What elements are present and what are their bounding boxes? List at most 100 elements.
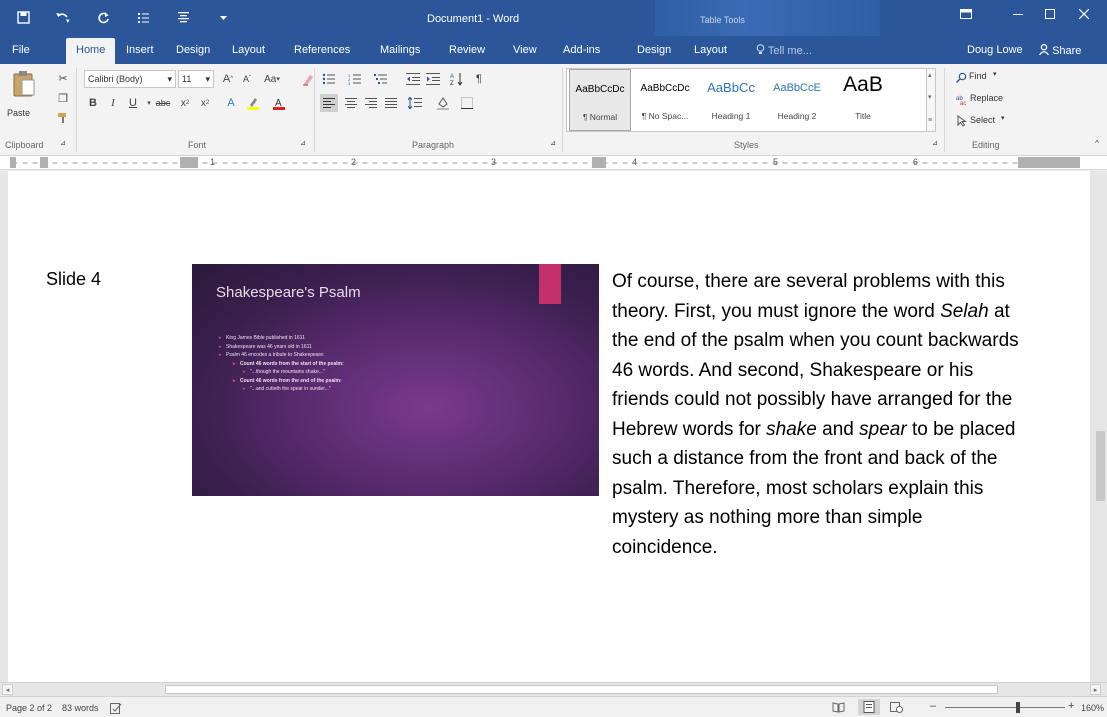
collapse-ribbon-icon[interactable]: ^ — [1092, 138, 1102, 148]
font-size-dropdown[interactable]: 11 ▾ — [178, 70, 214, 88]
paragraph-launcher-icon[interactable]: ⊿ — [548, 138, 558, 148]
styles-gallery-scroll[interactable]: ▴ ▾ ≡ — [926, 68, 936, 132]
save-icon[interactable] — [14, 8, 32, 26]
justify-icon[interactable] — [382, 94, 400, 112]
style-normal[interactable]: AaBbCcDc ¶ Normal — [569, 69, 631, 131]
vertical-scroll-thumb[interactable] — [1096, 431, 1105, 501]
tab-file[interactable]: File — [12, 44, 30, 56]
subscript-icon[interactable]: x2 — [176, 94, 194, 112]
style-heading-1[interactable]: AaBbCc Heading 1 — [699, 69, 763, 131]
slide-bullet: "...and cutteth the spear in sunder..." — [243, 385, 344, 394]
scroll-left-icon[interactable]: ◂ — [2, 684, 13, 695]
decrease-indent-icon[interactable] — [404, 70, 422, 88]
document-page[interactable]: Slide 4 Shakespeare's Psalm King James B… — [8, 171, 1090, 682]
touch-mode-icon[interactable] — [134, 8, 152, 26]
select-button[interactable]: Select ▾ — [956, 112, 1026, 130]
bold-icon[interactable]: B — [84, 94, 102, 112]
shading-icon[interactable] — [434, 94, 452, 112]
page-count[interactable]: Page 2 of 2 — [6, 703, 52, 713]
chevron-down-icon[interactable]: ▾ — [928, 93, 932, 101]
font-color-icon[interactable]: A — [270, 94, 288, 112]
proofing-icon[interactable] — [110, 703, 122, 716]
body-paragraph[interactable]: Of course, there are several problems wi… — [612, 267, 1032, 562]
font-name-dropdown[interactable]: Calibri (Body) ▾ — [84, 70, 176, 88]
tab-add-ins[interactable]: Add-ins — [563, 44, 600, 56]
user-name[interactable]: Doug Lowe — [967, 44, 1023, 56]
tab-selector[interactable] — [10, 157, 16, 168]
redo-icon[interactable] — [94, 8, 112, 26]
zoom-out-button[interactable]: – — [930, 700, 936, 712]
share-button[interactable]: Share — [1039, 44, 1081, 57]
zoom-in-button[interactable]: + — [1068, 700, 1074, 712]
tab-design[interactable]: Design — [176, 44, 210, 56]
cut-icon[interactable]: ✂ — [54, 69, 72, 87]
horizontal-scroll-thumb[interactable] — [165, 685, 998, 694]
show-formatting-marks-icon[interactable]: ¶ — [470, 70, 488, 88]
align-center-icon[interactable] — [342, 94, 360, 112]
ribbon-display-options-icon[interactable] — [948, 0, 984, 28]
minimize-icon[interactable] — [1000, 0, 1036, 28]
chevron-up-icon[interactable]: ▴ — [928, 71, 932, 79]
align-left-icon[interactable] — [320, 94, 338, 112]
vertical-scrollbar[interactable] — [1094, 171, 1107, 682]
tab-table-design[interactable]: Design — [637, 44, 671, 56]
format-icon[interactable] — [174, 8, 192, 26]
strikethrough-icon[interactable]: abc — [154, 94, 172, 112]
multilevel-list-icon[interactable] — [372, 70, 390, 88]
horizontal-scrollbar[interactable]: ◂ ▸ — [0, 682, 1107, 696]
tab-home[interactable]: Home — [66, 38, 116, 64]
tab-table-layout[interactable]: Layout — [694, 44, 727, 56]
clipboard-launcher-icon[interactable]: ⊿ — [58, 138, 68, 148]
tab-view[interactable]: View — [513, 44, 537, 56]
line-spacing-icon[interactable] — [406, 94, 424, 112]
styles-launcher-icon[interactable]: ⊿ — [930, 138, 940, 148]
zoom-level[interactable]: 160% — [1081, 703, 1104, 713]
format-painter-icon[interactable] — [54, 109, 72, 127]
tab-mailings[interactable]: Mailings — [380, 44, 420, 56]
tell-me-search[interactable]: Tell me... — [756, 44, 812, 57]
find-button[interactable]: Find ▾ — [956, 68, 1026, 86]
italic-icon[interactable]: I — [104, 94, 122, 112]
tab-layout[interactable]: Layout — [232, 44, 265, 56]
change-case-button[interactable]: Aa ▾ — [259, 70, 285, 88]
sort-icon[interactable]: AZ — [448, 70, 466, 88]
borders-icon[interactable] — [458, 94, 476, 112]
increase-indent-icon[interactable] — [424, 70, 442, 88]
ruler-column-marker[interactable] — [592, 157, 606, 168]
style-title[interactable]: AaB Title — [831, 69, 895, 131]
font-launcher-icon[interactable]: ⊿ — [298, 138, 308, 148]
highlight-color-icon[interactable] — [244, 94, 262, 112]
close-icon[interactable] — [1066, 0, 1102, 28]
web-layout-icon[interactable] — [890, 702, 903, 715]
shrink-font-icon[interactable]: Aˇ — [238, 70, 256, 88]
grow-font-icon[interactable]: A ^ — [219, 70, 237, 88]
superscript-icon[interactable]: x2 — [196, 94, 214, 112]
style-heading-2[interactable]: AaBbCcE Heading 2 — [765, 69, 829, 131]
zoom-slider[interactable] — [945, 707, 1065, 708]
more-styles-icon[interactable]: ≡ — [928, 117, 932, 124]
paste-button[interactable]: Paste — [6, 68, 42, 130]
horizontal-ruler[interactable]: 1 2 3 4 5 6 — [0, 156, 1107, 170]
tab-insert[interactable]: Insert — [126, 44, 154, 56]
print-layout-icon[interactable] — [858, 699, 880, 715]
style-sample: AaB — [843, 73, 883, 96]
maximize-icon[interactable] — [1032, 0, 1068, 28]
ruler-column-marker[interactable] — [180, 157, 198, 168]
copy-icon[interactable]: ❐ — [54, 89, 72, 107]
replace-button[interactable]: ab ac Replace — [956, 90, 1026, 108]
read-mode-icon[interactable] — [832, 702, 845, 715]
slide-image[interactable]: Shakespeare's Psalm King James Bible pub… — [192, 264, 599, 496]
align-right-icon[interactable] — [362, 94, 380, 112]
tab-review[interactable]: Review — [449, 44, 485, 56]
text-effects-icon[interactable]: A — [222, 94, 240, 112]
customize-icon[interactable] — [214, 8, 232, 26]
scroll-right-icon[interactable]: ▸ — [1090, 684, 1101, 695]
style-no-spacing[interactable]: AaBbCcDc ¶ No Spac... — [633, 69, 697, 131]
ruler-number: 4 — [632, 157, 638, 167]
undo-icon[interactable]: ▾ — [54, 8, 72, 26]
bullets-icon[interactable] — [320, 70, 338, 88]
word-count[interactable]: 83 words — [62, 703, 99, 713]
numbering-icon[interactable]: 123 — [346, 70, 364, 88]
tab-references[interactable]: References — [294, 44, 350, 56]
zoom-slider-handle[interactable] — [1016, 702, 1020, 713]
